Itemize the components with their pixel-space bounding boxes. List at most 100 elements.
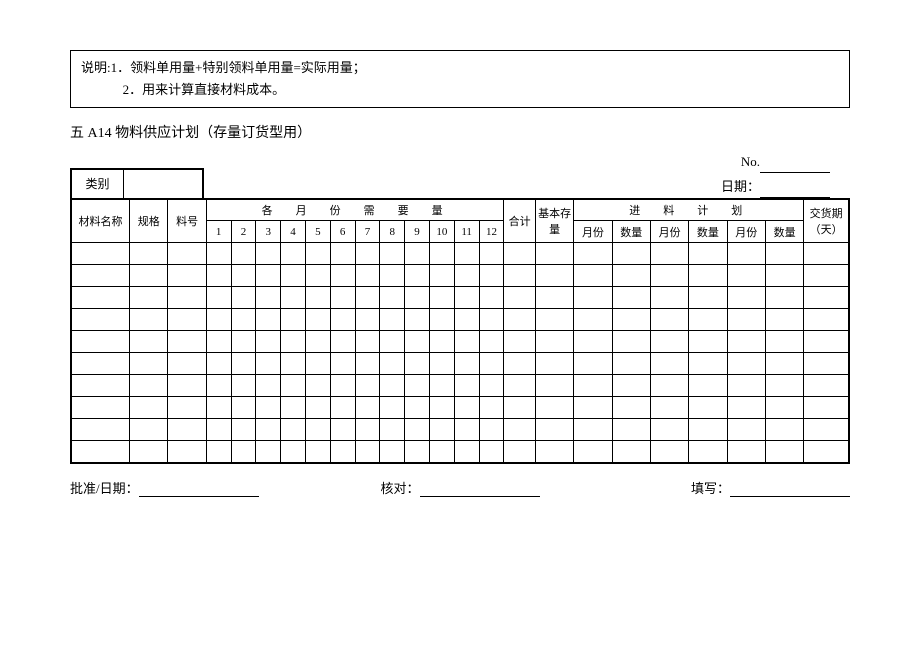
table-cell: [168, 309, 206, 331]
table-cell: [804, 331, 849, 353]
table-cell: [689, 397, 727, 419]
table-cell: [454, 375, 479, 397]
hdr-in-col-6: 数量: [765, 221, 803, 243]
table-row: [71, 287, 849, 309]
table-cell: [479, 353, 504, 375]
table-cell: [504, 397, 536, 419]
table-cell: [429, 243, 454, 265]
table-cell: [355, 265, 380, 287]
table-cell: [804, 353, 849, 375]
table-cell: [130, 375, 168, 397]
footer-row: 批准/日期： 核对： 填写：: [70, 478, 850, 497]
table-cell: [305, 243, 330, 265]
fill-label: 填写：: [691, 481, 730, 496]
table-cell: [689, 243, 727, 265]
table-cell: [650, 243, 688, 265]
table-cell: [281, 375, 306, 397]
hdr-part-no: 料号: [168, 199, 206, 243]
table-cell: [305, 309, 330, 331]
table-cell: [504, 243, 536, 265]
footer-fill: 填写：: [590, 478, 850, 497]
table-cell: [231, 441, 256, 463]
table-row: [71, 419, 849, 441]
table-cell: [504, 419, 536, 441]
hdr-month-7: 7: [355, 221, 380, 243]
table-cell: [504, 441, 536, 463]
table-cell: [281, 331, 306, 353]
table-cell: [429, 397, 454, 419]
table-cell: [689, 353, 727, 375]
table-cell: [765, 287, 803, 309]
table-cell: [330, 287, 355, 309]
table-cell: [380, 353, 405, 375]
table-row: [71, 353, 849, 375]
table-cell: [231, 309, 256, 331]
table-cell: [612, 397, 650, 419]
table-cell: [71, 309, 130, 331]
table-row: [71, 331, 849, 353]
table-cell: [71, 419, 130, 441]
material-plan-table: 材料名称 规格 料号 各 月 份 需 要 量 合计 基本存量 进 料 计 划 交…: [70, 198, 850, 464]
table-cell: [256, 265, 281, 287]
footer-check: 核对：: [330, 478, 590, 497]
table-cell: [330, 441, 355, 463]
table-cell: [650, 441, 688, 463]
table-cell: [504, 375, 536, 397]
table-cell: [405, 353, 430, 375]
approve-value: [139, 484, 259, 497]
table-cell: [454, 441, 479, 463]
table-cell: [71, 441, 130, 463]
table-cell: [380, 419, 405, 441]
table-cell: [804, 397, 849, 419]
hdr-material-name: 材料名称: [71, 199, 130, 243]
table-cell: [281, 309, 306, 331]
table-cell: [206, 441, 231, 463]
table-cell: [168, 287, 206, 309]
hdr-in-col-5: 月份: [727, 221, 765, 243]
table-cell: [479, 375, 504, 397]
table-cell: [727, 375, 765, 397]
table-cell: [206, 353, 231, 375]
table-cell: [405, 441, 430, 463]
table-cell: [504, 287, 536, 309]
table-cell: [454, 265, 479, 287]
table-cell: [479, 441, 504, 463]
table-cell: [71, 331, 130, 353]
table-cell: [574, 265, 612, 287]
table-cell: [429, 287, 454, 309]
table-cell: [130, 419, 168, 441]
table-row: [71, 397, 849, 419]
table-cell: [727, 287, 765, 309]
table-cell: [281, 353, 306, 375]
table-row: [71, 375, 849, 397]
table-cell: [168, 353, 206, 375]
table-cell: [650, 265, 688, 287]
table-cell: [405, 287, 430, 309]
table-cell: [535, 243, 573, 265]
table-cell: [71, 287, 130, 309]
table-cell: [765, 419, 803, 441]
hdr-month-8: 8: [380, 221, 405, 243]
hdr-month-12: 12: [479, 221, 504, 243]
table-cell: [727, 243, 765, 265]
table-cell: [256, 353, 281, 375]
no-label: No.: [741, 154, 760, 169]
table-cell: [380, 243, 405, 265]
note-line-2: 2．用来计算直接材料成本。: [81, 79, 839, 101]
table-cell: [256, 397, 281, 419]
table-cell: [256, 243, 281, 265]
table-cell: [405, 309, 430, 331]
table-cell: [305, 265, 330, 287]
table-cell: [206, 375, 231, 397]
hdr-in-col-1: 月份: [574, 221, 612, 243]
table-cell: [574, 419, 612, 441]
table-cell: [256, 331, 281, 353]
table-cell: [130, 331, 168, 353]
table-cell: [804, 243, 849, 265]
table-cell: [305, 419, 330, 441]
table-cell: [429, 419, 454, 441]
table-cell: [130, 397, 168, 419]
table-cell: [130, 353, 168, 375]
table-cell: [330, 331, 355, 353]
table-cell: [804, 309, 849, 331]
